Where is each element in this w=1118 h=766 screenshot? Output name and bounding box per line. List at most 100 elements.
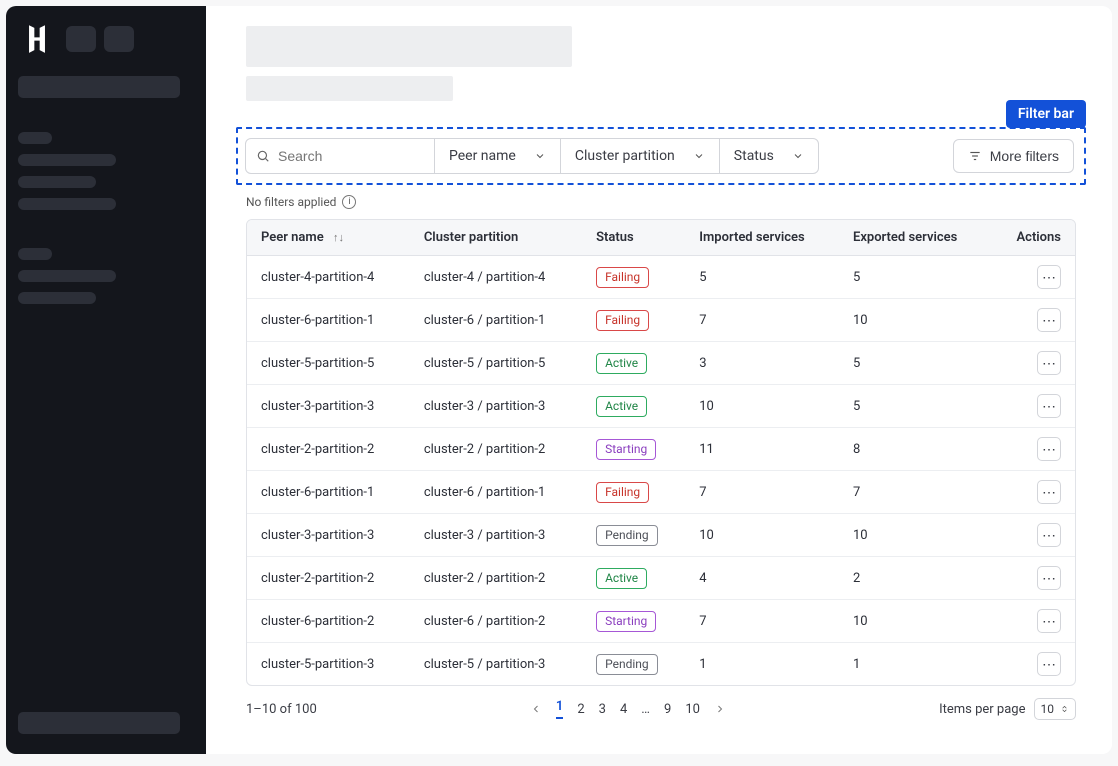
filter-icon [968,149,982,163]
cell-cluster-partition: cluster-5 / partition-5 [410,342,582,385]
filter-cluster-partition[interactable]: Cluster partition [560,139,719,173]
row-actions-button[interactable]: ⋯ [1037,609,1061,633]
search-input[interactable] [278,148,398,164]
cell-exported: 10 [839,514,991,557]
items-per-page-select[interactable]: 10 [1034,698,1077,720]
cell-exported: 5 [839,385,991,428]
cell-peer-name: cluster-6-partition-1 [247,299,410,342]
cell-actions: ⋯ [991,471,1075,514]
sidebar-skeleton [18,270,116,282]
table-row: cluster-6-partition-2cluster-6 / partiti… [247,600,1075,643]
data-table: Peer name ↑↓ Cluster partition Status Im… [246,219,1076,686]
col-cluster-partition[interactable]: Cluster partition [410,220,582,256]
col-status[interactable]: Status [582,220,685,256]
sidebar-skeleton [18,132,52,144]
table-row: cluster-3-partition-3cluster-3 / partiti… [247,514,1075,557]
cell-cluster-partition: cluster-6 / partition-1 [410,299,582,342]
cell-actions: ⋯ [991,299,1075,342]
pager: 1234…910 [530,699,726,719]
row-actions-button[interactable]: ⋯ [1037,523,1061,547]
cell-peer-name: cluster-5-partition-3 [247,643,410,686]
pager-page[interactable]: 1 [556,699,563,719]
cell-status: Active [582,385,685,428]
sidebar-skeleton [18,198,116,210]
main-content: Filter bar Peer name [206,6,1112,754]
table-row: cluster-3-partition-3cluster-3 / partiti… [247,385,1075,428]
filter-peer-name[interactable]: Peer name [434,139,560,173]
sidebar-skeleton [104,26,134,52]
cell-imported: 10 [685,385,839,428]
pager-page[interactable]: 3 [599,702,606,717]
cell-imported: 5 [685,256,839,299]
hashicorp-logo-icon [18,20,56,58]
cell-imported: 7 [685,471,839,514]
sidebar-skeleton [18,176,96,188]
cell-imported: 7 [685,299,839,342]
col-imported[interactable]: Imported services [685,220,839,256]
cell-status: Starting [582,600,685,643]
status-badge: Failing [596,482,649,503]
cell-cluster-partition: cluster-3 / partition-3 [410,385,582,428]
row-actions-button[interactable]: ⋯ [1037,351,1061,375]
status-badge: Failing [596,267,649,288]
pager-page[interactable]: 4 [620,702,627,717]
table-row: cluster-6-partition-1cluster-6 / partiti… [247,299,1075,342]
sidebar-skeleton [66,26,96,52]
search-input-wrap[interactable] [246,139,434,173]
items-per-page-label: Items per page [939,702,1025,717]
cell-exported: 7 [839,471,991,514]
cell-status: Failing [582,256,685,299]
col-peer-name[interactable]: Peer name ↑↓ [247,220,410,256]
cell-status: Pending [582,514,685,557]
cell-peer-name: cluster-2-partition-2 [247,428,410,471]
row-actions-button[interactable]: ⋯ [1037,265,1061,289]
cell-imported: 3 [685,342,839,385]
status-badge: Active [596,353,647,374]
table-row: cluster-5-partition-3cluster-5 / partiti… [247,643,1075,686]
filter-status[interactable]: Status [719,139,818,173]
pager-next[interactable] [714,703,726,715]
pager-page[interactable]: 10 [685,702,700,717]
col-label: Peer name [261,230,324,245]
chevron-down-icon [693,150,705,162]
cell-cluster-partition: cluster-2 / partition-2 [410,428,582,471]
pager-page[interactable]: 2 [577,702,584,717]
cell-cluster-partition: cluster-5 / partition-3 [410,643,582,686]
cell-actions: ⋯ [991,557,1075,600]
row-actions-button[interactable]: ⋯ [1037,394,1061,418]
cell-cluster-partition: cluster-4 / partition-4 [410,256,582,299]
row-actions-button[interactable]: ⋯ [1037,652,1061,676]
row-actions-button[interactable]: ⋯ [1037,566,1061,590]
info-icon[interactable]: i [342,195,356,209]
status-badge: Starting [596,439,656,460]
more-filters-button[interactable]: More filters [953,139,1074,173]
cell-actions: ⋯ [991,514,1075,557]
table-row: cluster-5-partition-5cluster-5 / partiti… [247,342,1075,385]
cell-actions: ⋯ [991,385,1075,428]
cell-cluster-partition: cluster-6 / partition-1 [410,471,582,514]
cell-actions: ⋯ [991,643,1075,686]
pager-prev[interactable] [530,703,542,715]
filter-label: Peer name [449,148,516,164]
cell-peer-name: cluster-3-partition-3 [247,385,410,428]
callout-label: Filter bar [1006,100,1086,128]
cell-peer-name: cluster-6-partition-2 [247,600,410,643]
cell-exported: 2 [839,557,991,600]
no-filters-applied: No filters applied i [246,195,1076,209]
cell-peer-name: cluster-5-partition-5 [247,342,410,385]
status-badge: Pending [596,525,658,546]
cell-status: Active [582,342,685,385]
cell-imported: 4 [685,557,839,600]
stepper-icon [1060,703,1069,715]
row-actions-button[interactable]: ⋯ [1037,437,1061,461]
cell-cluster-partition: cluster-6 / partition-2 [410,600,582,643]
row-actions-button[interactable]: ⋯ [1037,308,1061,332]
items-per-page: Items per page 10 [939,698,1076,720]
cell-exported: 1 [839,643,991,686]
search-icon [256,149,270,163]
cell-actions: ⋯ [991,256,1075,299]
col-exported[interactable]: Exported services [839,220,991,256]
row-actions-button[interactable]: ⋯ [1037,480,1061,504]
pager-page[interactable]: 9 [664,702,671,717]
sort-icon: ↑↓ [333,231,344,244]
